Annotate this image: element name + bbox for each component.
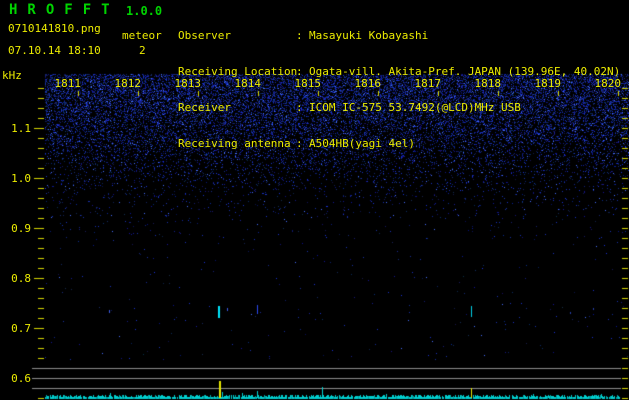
freq-tick-label: 1.1 — [11, 122, 31, 135]
app-version: 1.0.0 — [126, 4, 163, 18]
info-label: Receiving Location — [178, 65, 298, 78]
info-row-location: Receiving Location: Ogata-vill. Akita-Pre… — [178, 66, 620, 78]
app-title: HROFFT — [9, 2, 120, 18]
colon: : — [296, 65, 303, 78]
mode-label: meteor — [122, 29, 162, 42]
hrofft-screenshot: HROFFT 1.0.0 0710141810.png meteor 07.10… — [0, 0, 629, 400]
colon: : — [296, 101, 303, 114]
colon: : — [296, 29, 303, 42]
info-value: Ogata-vill. Akita-Pref. JAPAN (139.96E, … — [309, 65, 621, 78]
freq-tick-label: 1.0 — [11, 172, 31, 185]
freq-tick-label: 0.9 — [11, 222, 31, 235]
freq-tick-label: 0.7 — [11, 322, 31, 335]
info-row-observer: Observer: Masayuki Kobayashi — [178, 30, 620, 42]
freq-axis-unit: kHz — [2, 69, 22, 82]
info-label: Receiving antenna — [178, 137, 291, 150]
info-row-antenna: Receiving antenna: A504HB(yagi 4el) — [178, 138, 620, 150]
meteor-count: 2 — [139, 44, 146, 57]
info-label: Observer — [178, 29, 231, 42]
time-tick-label: 1812 — [114, 77, 142, 90]
datetime-label: 07.10.14 18:10 — [8, 44, 101, 57]
freq-tick-label: 0.8 — [11, 272, 31, 285]
info-value: A504HB(yagi 4el) — [309, 137, 415, 150]
output-filename: 0710141810.png — [8, 22, 101, 35]
info-value: ICOM IC-575 53.7492(@LCD)MHz USB — [309, 101, 521, 114]
colon: : — [296, 137, 303, 150]
time-tick-label: 1811 — [54, 77, 82, 90]
info-label: Receiver — [178, 101, 231, 114]
info-row-receiver: Receiver: ICOM IC-575 53.7492(@LCD)MHz US… — [178, 102, 620, 114]
observation-info: Observer: Masayuki Kobayashi Receiving Lo… — [178, 6, 620, 174]
freq-tick-label: 0.6 — [11, 372, 31, 385]
info-value: Masayuki Kobayashi — [309, 29, 429, 42]
